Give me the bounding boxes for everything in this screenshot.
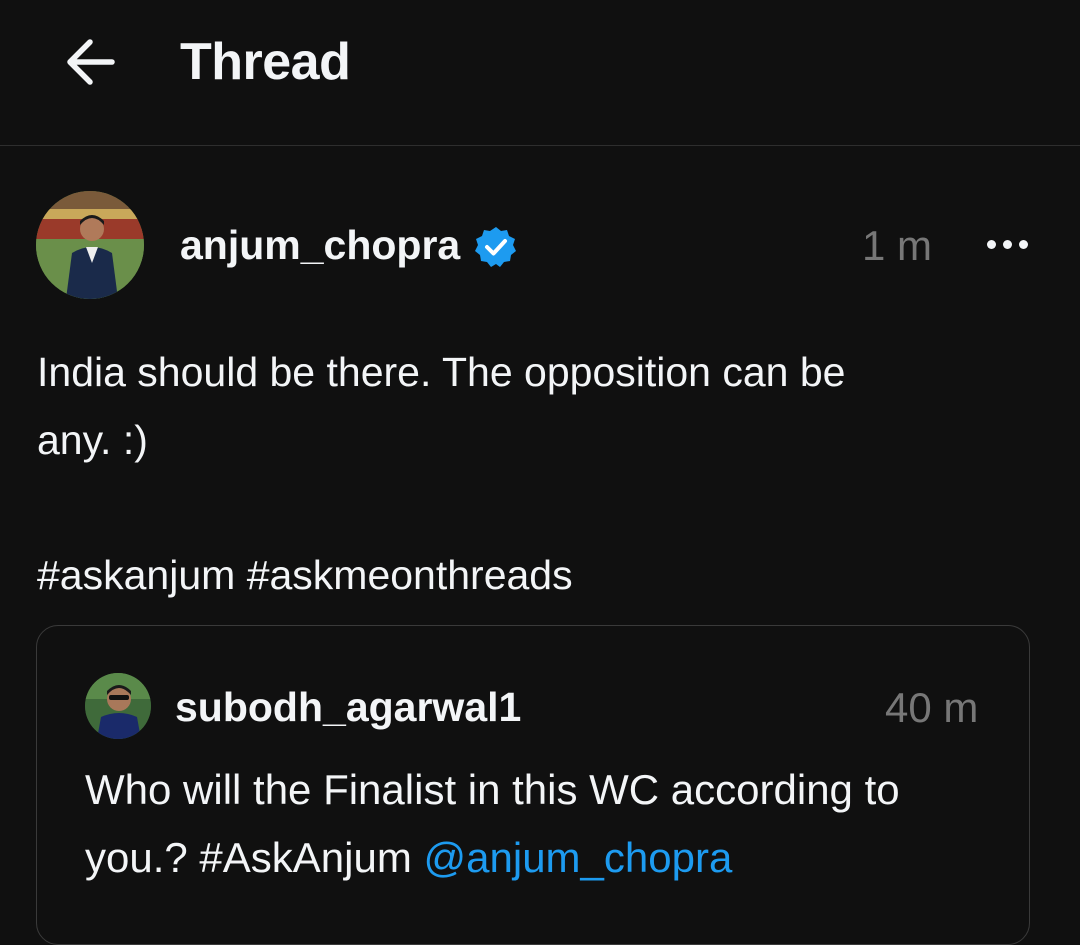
post-hashtags: #askanjum #askmeonthreads [37, 548, 573, 602]
quoted-profile-photo [85, 673, 151, 739]
post-username[interactable]: anjum_chopra [180, 222, 460, 269]
avatar[interactable] [36, 191, 144, 299]
quoted-timestamp: 40 m [885, 684, 979, 731]
quoted-text-line: Who will the Finalist in this WC accordi… [85, 766, 900, 813]
quoted-text-line: you.? #AskAnjum @anjum_chopra [85, 824, 1005, 892]
post-text-line: India should be there. The opposition ca… [37, 349, 846, 395]
page-title: Thread [180, 33, 351, 91]
profile-photo [36, 191, 144, 299]
quoted-username[interactable]: subodh_agarwal1 [175, 684, 521, 731]
more-options-icon[interactable] [982, 228, 1034, 262]
quoted-post-body: Who will the Finalist in this WC accordi… [85, 756, 1005, 892]
hashtag-link[interactable]: #askanjum [37, 552, 235, 598]
post-text-line: any. :) [37, 417, 148, 463]
back-button[interactable] [60, 34, 120, 90]
quoted-avatar[interactable] [85, 673, 151, 739]
quoted-text-prefix: you.? #AskAnjum [85, 834, 424, 881]
verified-badge-icon [475, 227, 516, 267]
header-bar: Thread [0, 0, 1080, 145]
mention-link[interactable]: @anjum_chopra [424, 834, 733, 881]
post-body: India should be there. The opposition ca… [37, 338, 997, 474]
quoted-post-card[interactable]: subodh_agarwal1 40 m Who will the Finali… [36, 625, 1030, 945]
header-divider [0, 145, 1080, 146]
post-timestamp: 1 m [862, 222, 933, 269]
hashtag-link[interactable]: #askmeonthreads [247, 552, 573, 598]
back-arrow-icon [67, 39, 115, 85]
